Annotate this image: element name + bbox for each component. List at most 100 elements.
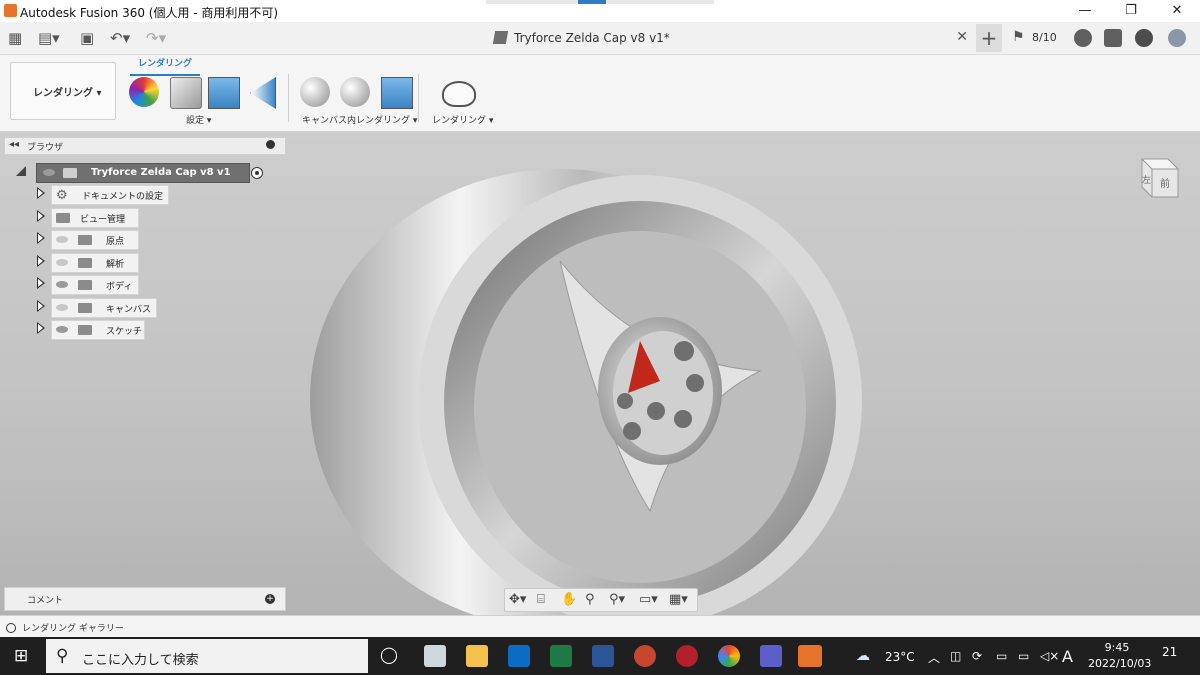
- capture-image-icon[interactable]: [381, 77, 413, 109]
- browser-item-origin[interactable]: 原点: [37, 230, 147, 250]
- expand-triangle-icon[interactable]: [16, 166, 26, 176]
- new-tab-button[interactable]: +: [976, 24, 1002, 52]
- collapse-browser-icon[interactable]: ◂◂: [9, 139, 19, 150]
- zoom-icon[interactable]: ⚲: [585, 592, 595, 607]
- fusion-app-icon: [4, 4, 17, 17]
- volume-icon[interactable]: ◁×: [1040, 649, 1059, 663]
- look-at-icon[interactable]: ⌸: [537, 592, 545, 607]
- orbit-icon[interactable]: ✥▾: [509, 592, 526, 607]
- weather-temperature[interactable]: 23°C: [885, 650, 915, 664]
- canvas-viewport[interactable]: 前 左: [0, 131, 1200, 615]
- expand-triangle-icon[interactable]: [37, 277, 45, 289]
- browser-item-canvases[interactable]: キャンバス: [37, 298, 167, 318]
- grid-settings-icon[interactable]: ▦▾: [669, 592, 688, 607]
- fit-icon[interactable]: ⚲▾: [609, 592, 625, 607]
- pan-icon[interactable]: ✋: [561, 592, 577, 607]
- browser-root-node[interactable]: Tryforce Zelda Cap v8 v1: [16, 163, 263, 183]
- rendered-model: 前 左: [310, 158, 1180, 615]
- display-settings-icon[interactable]: ▭▾: [639, 592, 658, 607]
- browser-item-document-settings[interactable]: ⚙ ドキュメントの設定: [37, 185, 177, 205]
- apps-grid-icon[interactable]: ▦: [8, 28, 22, 48]
- visibility-eye-icon[interactable]: [56, 259, 68, 266]
- close-window-button[interactable]: ✕: [1154, 0, 1200, 22]
- visibility-eye-icon[interactable]: [56, 304, 68, 311]
- clock-date: 2022/10/03: [1088, 657, 1152, 670]
- help-icon[interactable]: [1135, 29, 1153, 47]
- add-comment-icon[interactable]: +: [265, 594, 275, 604]
- maximize-button[interactable]: ❐: [1108, 0, 1154, 22]
- visibility-eye-icon[interactable]: [56, 326, 68, 333]
- clock-icon[interactable]: [1074, 29, 1092, 47]
- expand-triangle-icon[interactable]: [37, 322, 45, 334]
- appearance-icon[interactable]: [129, 77, 159, 107]
- scene-settings-icon[interactable]: [170, 77, 202, 109]
- job-status-count[interactable]: 8/10: [1032, 31, 1057, 44]
- browser-item-analysis[interactable]: 解析: [37, 253, 147, 273]
- expand-triangle-icon[interactable]: [37, 232, 45, 244]
- fusion-taskbar-icon[interactable]: [798, 645, 822, 667]
- minimize-button[interactable]: —: [1062, 0, 1108, 22]
- taskbar-search-box[interactable]: ⚲ ここに入力して検索: [46, 639, 368, 673]
- comments-label: コメント: [27, 596, 64, 606]
- browser-item-sketches[interactable]: スケッチ: [37, 320, 157, 340]
- browser-minimize-icon[interactable]: [266, 140, 275, 149]
- notifications-icon[interactable]: [1104, 29, 1122, 47]
- visibility-eye-icon[interactable]: [56, 236, 68, 243]
- rendering-gallery-bar[interactable]: レンダリング ギャラリー: [0, 615, 1200, 638]
- tray-keyboard-icon[interactable]: ▭: [996, 649, 1007, 663]
- in-canvas-settings-icon[interactable]: [340, 77, 370, 107]
- navigation-bar: ✥▾ ⌸ ✋ ⚲ ⚲▾ ▭▾ ▦▾: [504, 588, 698, 612]
- expand-triangle-icon[interactable]: [37, 210, 45, 222]
- setup-group-label[interactable]: 設定 ▾: [186, 113, 211, 126]
- close-tab-icon[interactable]: ✕: [956, 29, 968, 45]
- browser-item-label: 原点: [106, 237, 125, 247]
- weather-icon[interactable]: ☁: [856, 648, 870, 664]
- comments-panel[interactable]: コメント +: [4, 587, 286, 611]
- tray-chevron-icon[interactable]: ︿: [928, 649, 940, 666]
- activate-radio[interactable]: [251, 167, 263, 179]
- task-view-icon[interactable]: ◯: [380, 645, 398, 664]
- tray-app-icon[interactable]: ◫: [950, 649, 961, 663]
- network-icon[interactable]: ▭: [1018, 649, 1029, 663]
- browser-item-bodies[interactable]: ボディ: [37, 275, 147, 295]
- windows-start-icon[interactable]: ⊞: [14, 646, 28, 666]
- chrome-icon[interactable]: [718, 645, 740, 667]
- file-explorer-icon[interactable]: [466, 645, 488, 667]
- expand-triangle-icon[interactable]: [37, 255, 45, 267]
- excel-icon[interactable]: [550, 645, 572, 667]
- in-canvas-render-icon[interactable]: [300, 77, 330, 107]
- save-icon[interactable]: ▣: [80, 28, 94, 48]
- visibility-eye-icon[interactable]: [56, 281, 68, 288]
- taskbar-app-icon[interactable]: [424, 645, 446, 667]
- job-status-icon[interactable]: ⚑: [1012, 29, 1026, 45]
- taskbar-clock[interactable]: 9:45 2022/10/03: [1088, 640, 1152, 672]
- browser-item-label: ドキュメントの設定: [82, 192, 164, 202]
- powerpoint-icon[interactable]: [634, 645, 656, 667]
- expand-triangle-icon[interactable]: [37, 187, 45, 199]
- access-icon[interactable]: [676, 645, 698, 667]
- tab-rendering[interactable]: レンダリング: [130, 56, 200, 76]
- root-component-name: Tryforce Zelda Cap v8 v1: [91, 167, 231, 178]
- teapot-render-icon[interactable]: [442, 81, 476, 107]
- user-avatar[interactable]: [1168, 29, 1186, 47]
- notification-center[interactable]: 21: [1162, 645, 1184, 665]
- in-canvas-render-group-label[interactable]: キャンバス内レンダリング ▾: [302, 113, 417, 126]
- word-icon[interactable]: [592, 645, 614, 667]
- render-group-label[interactable]: レンダリング ▾: [432, 113, 493, 126]
- document-tab[interactable]: Tryforce Zelda Cap v8 v1* ✕: [486, 22, 974, 54]
- expand-triangle-icon[interactable]: [37, 300, 45, 312]
- outlook-icon[interactable]: [508, 645, 530, 667]
- browser-item-label: ビュー管理: [80, 215, 126, 225]
- browser-item-view-management[interactable]: ビュー管理: [37, 208, 147, 228]
- workspace-switcher[interactable]: レンダリング ▾: [10, 62, 116, 120]
- tray-sync-icon[interactable]: ⟳: [972, 649, 982, 663]
- teams-icon[interactable]: [760, 645, 782, 667]
- gallery-toggle-icon[interactable]: [6, 623, 16, 633]
- visibility-eye-icon[interactable]: [43, 169, 55, 176]
- texture-map-icon[interactable]: [208, 77, 240, 109]
- file-menu-icon[interactable]: ▤▾: [38, 28, 60, 48]
- folder-icon: [78, 235, 92, 245]
- ime-indicator[interactable]: A: [1062, 647, 1073, 666]
- redo-icon[interactable]: ↷▾: [146, 28, 166, 48]
- undo-icon[interactable]: ↶▾: [110, 28, 130, 48]
